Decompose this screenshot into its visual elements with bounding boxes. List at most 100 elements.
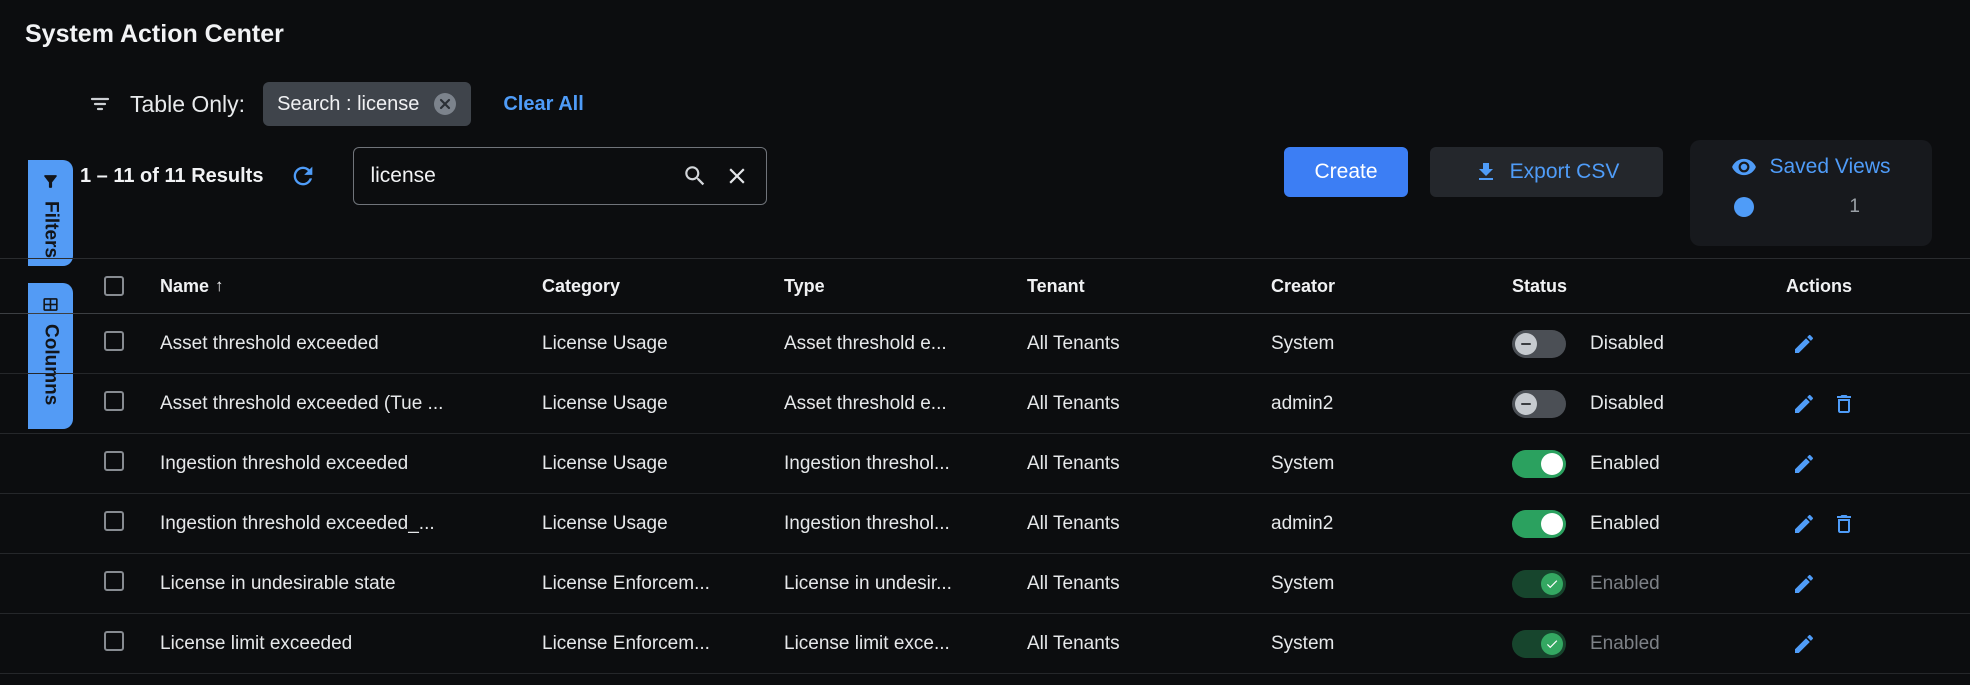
row-type: License limit exce... <box>784 633 1027 655</box>
column-header-type[interactable]: Type <box>784 276 1027 297</box>
column-header-creator[interactable]: Creator <box>1271 276 1512 297</box>
row-tenant: All Tenants <box>1027 513 1271 535</box>
search-clear-icon[interactable] <box>724 163 750 189</box>
row-checkbox[interactable] <box>104 511 124 531</box>
search-input[interactable] <box>370 164 666 188</box>
status-toggle[interactable] <box>1512 570 1566 598</box>
row-actions <box>1786 572 1970 596</box>
export-csv-button[interactable]: Export CSV <box>1430 147 1663 197</box>
row-name: Asset threshold exceeded (Tue ... <box>160 393 542 415</box>
check-icon <box>1545 577 1559 591</box>
row-creator: System <box>1271 573 1512 595</box>
column-header-tenant[interactable]: Tenant <box>1027 276 1271 297</box>
table-row: Ingestion threshold exceeded License Usa… <box>0 434 1970 494</box>
status-toggle[interactable] <box>1512 390 1566 418</box>
edit-button[interactable] <box>1792 392 1816 416</box>
toolbar: 1 – 11 of 11 Results <box>80 147 767 205</box>
select-all-checkbox[interactable] <box>104 276 124 296</box>
filter-bar: Table Only: Search : license Clear All <box>88 80 584 128</box>
sidebar-tab-filters[interactable]: Filters <box>28 160 73 266</box>
row-checkbox[interactable] <box>104 391 124 411</box>
results-count: 1 – 11 of 11 Results <box>80 165 263 188</box>
row-status-cell: Enabled <box>1512 510 1786 538</box>
name-header-label: Name <box>160 276 209 297</box>
row-name: Ingestion threshold exceeded <box>160 453 542 475</box>
clear-all-link[interactable]: Clear All <box>503 93 583 116</box>
row-creator: admin2 <box>1271 513 1512 535</box>
status-toggle[interactable] <box>1512 450 1566 478</box>
row-tenant: All Tenants <box>1027 453 1271 475</box>
create-button[interactable]: Create <box>1284 147 1408 197</box>
table-body: Asset threshold exceeded License Usage A… <box>0 314 1970 674</box>
search-icon <box>682 163 708 189</box>
status-label: Enabled <box>1590 453 1660 475</box>
page-title: System Action Center <box>25 20 284 49</box>
status-toggle[interactable] <box>1512 510 1566 538</box>
row-actions <box>1786 632 1970 656</box>
row-checkbox[interactable] <box>104 571 124 591</box>
row-checkbox-cell <box>104 631 160 657</box>
column-header-name[interactable]: Name ↑ <box>160 276 542 297</box>
row-checkbox-cell <box>104 331 160 357</box>
row-status-cell: Enabled <box>1512 630 1786 658</box>
row-status-cell: Disabled <box>1512 330 1786 358</box>
system-action-center-page: System Action Center Table Only: Search … <box>0 0 1970 685</box>
sort-asc-icon: ↑ <box>215 276 224 296</box>
edit-button[interactable] <box>1792 572 1816 596</box>
column-header-category[interactable]: Category <box>542 276 784 297</box>
row-category: License Usage <box>542 453 784 475</box>
status-label: Enabled <box>1590 573 1660 595</box>
row-checkbox[interactable] <box>104 331 124 351</box>
edit-button[interactable] <box>1792 512 1816 536</box>
status-label: Enabled <box>1590 513 1660 535</box>
pencil-icon <box>1792 332 1816 356</box>
filter-lines-icon <box>88 92 112 116</box>
row-type: License in undesir... <box>784 573 1027 595</box>
edit-button[interactable] <box>1792 452 1816 476</box>
column-header-status[interactable]: Status <box>1512 276 1786 297</box>
row-creator: System <box>1271 633 1512 655</box>
delete-button[interactable] <box>1832 512 1856 536</box>
search-box <box>353 147 767 205</box>
row-tenant: All Tenants <box>1027 573 1271 595</box>
row-checkbox-cell <box>104 391 160 417</box>
row-name: License limit exceeded <box>160 633 542 655</box>
toggle-knob <box>1541 633 1563 655</box>
eye-icon <box>1731 154 1757 180</box>
saved-views-count: 1 <box>1849 196 1860 218</box>
saved-views-indicator: 1 <box>1690 196 1932 218</box>
row-checkbox[interactable] <box>104 451 124 471</box>
status-label: Enabled <box>1590 633 1660 655</box>
row-creator: admin2 <box>1271 393 1512 415</box>
row-creator: System <box>1271 453 1512 475</box>
chip-close-icon[interactable] <box>433 92 457 116</box>
table-row: License limit exceeded License Enforcem.… <box>0 614 1970 674</box>
toggle-knob <box>1541 453 1563 475</box>
row-actions <box>1786 332 1970 356</box>
status-toggle[interactable] <box>1512 630 1566 658</box>
status-toggle[interactable] <box>1512 330 1566 358</box>
row-tenant: All Tenants <box>1027 633 1271 655</box>
edit-button[interactable] <box>1792 632 1816 656</box>
edit-button[interactable] <box>1792 332 1816 356</box>
saved-views-button[interactable]: Saved Views <box>1690 154 1932 180</box>
trash-icon <box>1832 392 1856 416</box>
row-tenant: All Tenants <box>1027 333 1271 355</box>
row-category: License Usage <box>542 513 784 535</box>
check-icon <box>1545 637 1559 651</box>
column-header-actions: Actions <box>1786 276 1970 297</box>
row-status-cell: Enabled <box>1512 450 1786 478</box>
table-row: Asset threshold exceeded (Tue ... Licens… <box>0 374 1970 434</box>
table-row: Ingestion threshold exceeded_... License… <box>0 494 1970 554</box>
search-filter-chip[interactable]: Search : license <box>263 82 471 126</box>
actions-table: Name ↑ Category Type Tenant Creator Stat… <box>0 258 1970 674</box>
delete-button[interactable] <box>1832 392 1856 416</box>
refresh-icon[interactable] <box>289 162 317 190</box>
saved-views-panel: Saved Views 1 <box>1690 140 1932 246</box>
row-checkbox[interactable] <box>104 631 124 651</box>
row-type: Ingestion threshol... <box>784 513 1027 535</box>
row-name: License in undesirable state <box>160 573 542 595</box>
filter-scope-label: Table Only: <box>130 91 245 118</box>
row-checkbox-cell <box>104 451 160 477</box>
dash-icon <box>1521 343 1531 345</box>
